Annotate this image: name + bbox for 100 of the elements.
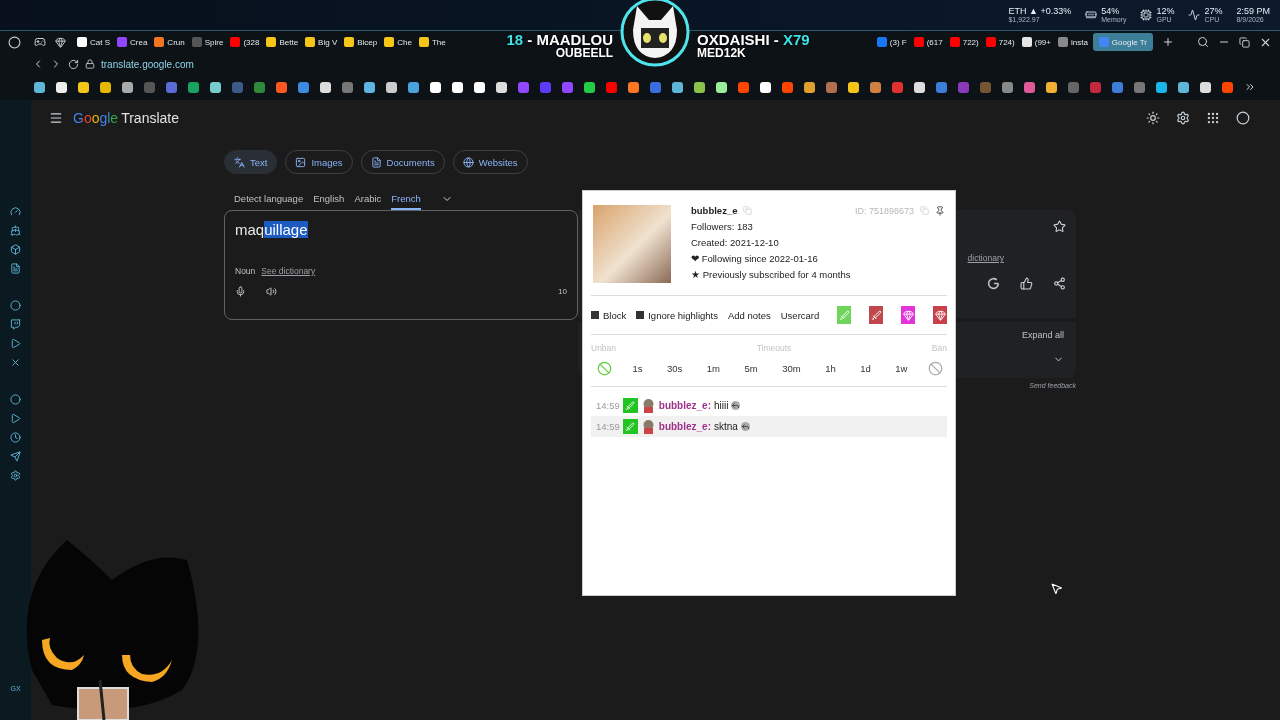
browser-tab[interactable]: Big V: [303, 33, 340, 51]
browser-tab[interactable]: Cat S: [75, 33, 112, 51]
pin-icon[interactable]: [935, 205, 945, 216]
search-icon[interactable]: [1197, 36, 1209, 48]
bookmark-icon[interactable]: [694, 81, 705, 93]
address-field[interactable]: translate.google.com: [101, 58, 194, 70]
bookmark-icon[interactable]: [1156, 81, 1167, 93]
google-icon[interactable]: [987, 277, 1000, 290]
bookmark-icon[interactable]: [760, 81, 771, 93]
language-tab[interactable]: Detect language: [234, 188, 304, 210]
microphone-icon[interactable]: [235, 286, 246, 297]
new-tab-icon[interactable]: [1162, 36, 1174, 48]
reply-icon[interactable]: [731, 401, 741, 410]
browser-tab[interactable]: Spire: [189, 33, 226, 51]
role-button[interactable]: [901, 306, 916, 324]
bookmark-icon[interactable]: [1200, 81, 1211, 93]
bookmark-icon[interactable]: [364, 81, 375, 93]
action-link[interactable]: Add notes: [727, 309, 771, 321]
bookmark-icon[interactable]: [210, 81, 221, 93]
dictionary-link[interactable]: dictionary: [967, 253, 1004, 263]
sidebar-app-icon[interactable]: [10, 394, 21, 405]
checkbox[interactable]: [636, 311, 645, 319]
bookmark-icon[interactable]: [430, 81, 441, 93]
speaker-icon[interactable]: [266, 286, 277, 297]
bookmark-icon[interactable]: [914, 81, 925, 93]
sidebar-app-icon[interactable]: [10, 206, 21, 217]
bookmark-icon[interactable]: [716, 81, 727, 93]
diamond-icon[interactable]: [55, 36, 66, 48]
bookmark-icon[interactable]: [320, 81, 331, 93]
language-tab[interactable]: French: [391, 188, 421, 210]
expand-all-button[interactable]: Expand all: [1021, 330, 1064, 340]
sidebar-app-icon[interactable]: [10, 300, 21, 311]
timeout-button[interactable]: 1d: [856, 361, 875, 376]
browser-tab[interactable]: Crun: [152, 33, 187, 51]
browser-tab[interactable]: Che: [382, 33, 414, 51]
account-icon[interactable]: [1236, 111, 1250, 125]
timeout-button[interactable]: 1m: [702, 361, 725, 376]
bookmark-icon[interactable]: [1046, 81, 1057, 93]
menu-icon[interactable]: [49, 111, 63, 125]
settings-icon[interactable]: [1176, 111, 1190, 125]
mode-tab[interactable]: Text: [224, 150, 278, 174]
sidebar-app-icon[interactable]: [10, 319, 21, 330]
star-icon[interactable]: [1053, 220, 1066, 233]
bookmark-icon[interactable]: [100, 81, 111, 93]
sidebar-app-icon[interactable]: [10, 413, 21, 424]
share-icon[interactable]: [1053, 277, 1066, 290]
bookmark-icon[interactable]: [276, 81, 287, 93]
rate-icon[interactable]: [1020, 277, 1033, 290]
timeout-button[interactable]: 30s: [663, 361, 687, 376]
source-text-box[interactable]: maquillage Noun See dictionary 10: [224, 210, 578, 320]
bookmark-icon[interactable]: [122, 81, 133, 93]
more-bookmarks-icon[interactable]: [1244, 81, 1256, 93]
reply-icon[interactable]: [740, 422, 750, 431]
browser-tab[interactable]: Bicep: [342, 33, 380, 51]
bookmark-icon[interactable]: [474, 81, 485, 93]
sidebar-app-icon[interactable]: [10, 225, 21, 236]
bookmark-icon[interactable]: [78, 81, 89, 93]
sidebar-app-icon[interactable]: [10, 338, 21, 349]
checkbox-label[interactable]: Ignore highlights: [648, 309, 718, 321]
bookmark-icon[interactable]: [804, 81, 815, 93]
sidebar-app-icon[interactable]: [10, 357, 21, 368]
browser-tab[interactable]: 722): [947, 33, 981, 51]
bookmark-icon[interactable]: [848, 81, 859, 93]
bookmark-icon[interactable]: [672, 81, 683, 93]
browser-tab[interactable]: Google Tr: [1092, 33, 1153, 51]
controller-icon[interactable]: [34, 36, 46, 48]
chat-message[interactable]: 14:59 bubblez_e: sktna: [591, 416, 947, 437]
browser-logo-icon[interactable]: [8, 35, 21, 49]
apps-icon[interactable]: [1206, 111, 1220, 125]
bookmark-icon[interactable]: [188, 81, 199, 93]
bookmark-icon[interactable]: [408, 81, 419, 93]
role-button[interactable]: [933, 306, 947, 324]
timeout-button[interactable]: 5m: [740, 361, 762, 376]
browser-tab[interactable]: (617: [911, 33, 945, 51]
timeout-button[interactable]: 1w: [891, 361, 912, 376]
action-link[interactable]: Usercard: [780, 309, 820, 321]
checkbox[interactable]: [591, 311, 599, 319]
restore-icon[interactable]: [1239, 36, 1250, 48]
role-button[interactable]: [869, 306, 884, 324]
browser-tab[interactable]: 724): [983, 33, 1017, 51]
bookmark-icon[interactable]: [56, 81, 67, 93]
language-tab[interactable]: Arabic: [354, 188, 382, 210]
sidebar-app-icon[interactable]: [10, 451, 21, 462]
browser-tab[interactable]: insta: [1055, 33, 1090, 51]
bookmark-icon[interactable]: [870, 81, 881, 93]
chat-message[interactable]: 14:59 bubblez_e: hiiii: [591, 395, 947, 416]
language-tab[interactable]: English: [313, 188, 345, 210]
checkbox-label[interactable]: Block: [603, 309, 627, 321]
sidebar-app-icon[interactable]: [10, 432, 21, 443]
reload-icon[interactable]: [68, 58, 79, 70]
bookmark-icon[interactable]: [628, 81, 639, 93]
sidebar-app-icon[interactable]: [10, 470, 21, 481]
bookmark-icon[interactable]: [1178, 81, 1189, 93]
timeout-button[interactable]: 30m: [778, 361, 805, 376]
browser-tab[interactable]: The: [416, 33, 448, 51]
bookmark-icon[interactable]: [386, 81, 397, 93]
sun-icon[interactable]: [1146, 111, 1160, 125]
browser-tab[interactable]: Bette: [264, 33, 301, 51]
timeout-button[interactable]: 1h: [821, 361, 840, 376]
bookmark-icon[interactable]: [496, 81, 507, 93]
